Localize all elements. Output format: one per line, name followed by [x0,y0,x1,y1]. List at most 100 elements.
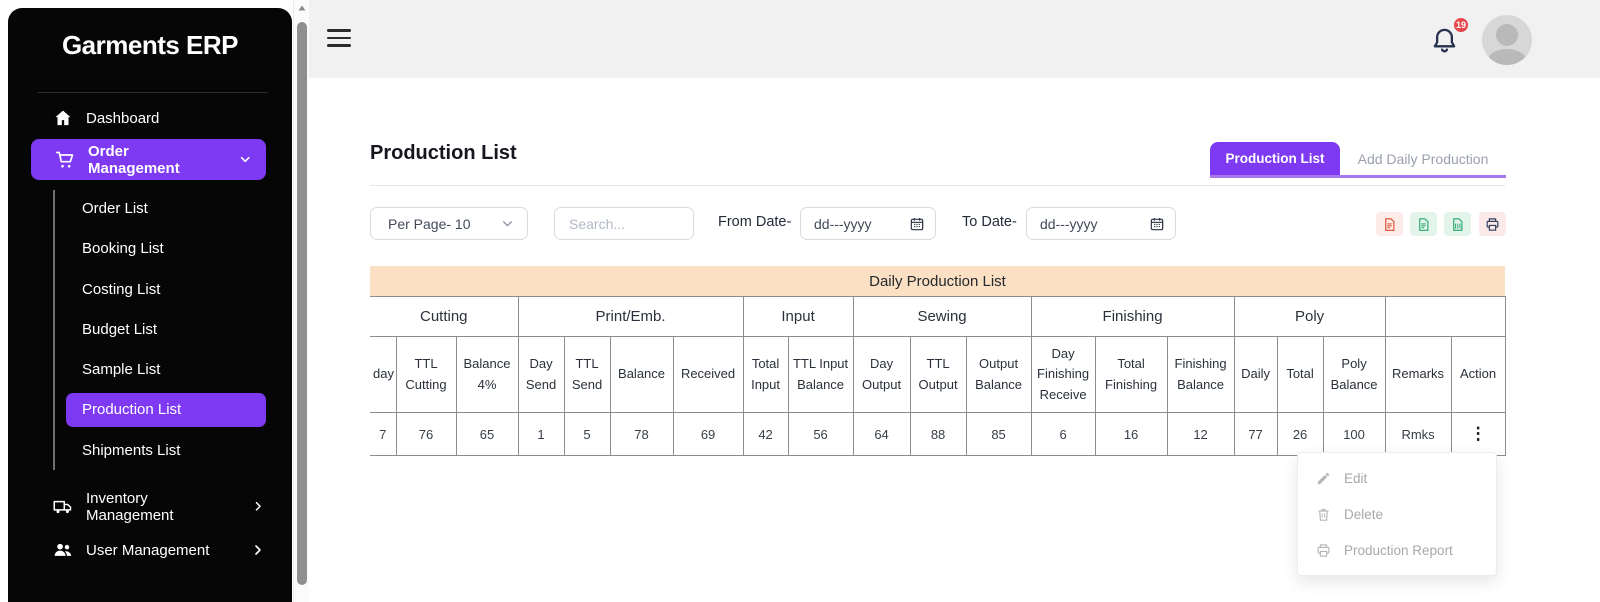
menu-item-label: Delete [1344,507,1383,522]
excel-export-button[interactable] [1444,212,1471,236]
home-icon [53,108,73,128]
col-header: Finishing Balance [1167,337,1234,413]
print-button[interactable] [1479,212,1506,236]
col-header: Balance [610,337,673,413]
sidebar-item-costing-list[interactable]: Costing List [82,279,160,301]
col-header: Received [673,337,743,413]
cell: 76 [396,413,456,456]
tab-production-list[interactable]: Production List [1210,142,1340,175]
sidebar: Garments ERP Dashboard Order Management … [8,8,292,602]
sidebar-item-order-list[interactable]: Order List [82,198,148,220]
delivery-truck-icon [53,497,73,517]
cell: 5 [564,413,610,456]
cell: 7 [370,413,396,456]
menu-toggle-icon[interactable] [327,29,351,47]
to-date-value: dd---yyyy [1040,216,1098,232]
page-title: Production List [370,142,517,165]
vertical-scrollbar[interactable] [293,0,309,602]
cell: 26 [1277,413,1323,456]
chevron-right-icon [250,542,266,558]
production-table: Cutting Print/Emb. Input Sewing Finishin… [370,296,1506,456]
csv-export-icon [1416,217,1431,232]
sidebar-item-label: User Management [86,542,209,559]
col-header: TTL Send [564,337,610,413]
cell: 88 [910,413,966,456]
cell: 69 [673,413,743,456]
trash-icon [1316,507,1331,522]
search-box [554,207,694,240]
pencil-icon [1316,471,1331,486]
row-actions-kebab-icon[interactable]: ⋮ [1470,424,1487,443]
tab-add-daily-production[interactable]: Add Daily Production [1340,142,1506,175]
col-header: Action [1451,337,1505,413]
cell: 65 [456,413,518,456]
group-poly: Poly [1234,297,1385,337]
col-header: Day Finishing Receive [1031,337,1095,413]
cart-icon [55,150,75,170]
pdf-export-button[interactable] [1376,212,1403,236]
scrollbar-thumb[interactable] [297,22,307,585]
csv-export-button[interactable] [1410,212,1437,236]
scroll-up-arrow-icon[interactable] [296,2,308,14]
calendar-icon[interactable] [1149,216,1165,232]
col-header: Daily [1234,337,1277,413]
topbar: 19 [309,0,1600,78]
header-divider [370,185,1505,186]
table-row: 7 76 65 1 5 78 69 42 56 64 88 85 6 16 12… [370,413,1505,456]
user-avatar[interactable] [1482,15,1532,65]
group-sewing: Sewing [853,297,1031,337]
menu-item-label: Edit [1344,471,1367,486]
to-date-input[interactable]: dd---yyyy [1026,207,1176,240]
users-icon [53,540,73,560]
col-header: TTL Cutting [396,337,456,413]
search-input[interactable] [555,208,693,239]
sidebar-divider [38,92,268,93]
excel-export-icon [1450,217,1465,232]
notification-count-badge: 19 [1452,16,1470,34]
chevron-down-icon [501,217,514,230]
sidebar-item-budget-list[interactable]: Budget List [82,319,157,341]
group-cutting: Cutting [370,297,518,337]
col-header: TTL Output [910,337,966,413]
col-header: Total Input [743,337,788,413]
menu-item-edit[interactable]: Edit [1298,460,1496,496]
cell: 56 [788,413,853,456]
per-page-select[interactable]: Per Page- 10 [370,207,528,240]
chevron-right-icon [251,499,266,515]
col-header: Poly Balance [1323,337,1385,413]
sidebar-item-user-management[interactable]: User Management [53,540,266,560]
calendar-icon[interactable] [909,216,925,232]
printer-icon [1485,217,1500,232]
sidebar-item-dashboard[interactable]: Dashboard [53,108,159,128]
cell: Rmks [1385,413,1451,456]
menu-item-production-report[interactable]: Production Report [1298,532,1496,568]
group-empty [1385,297,1505,337]
chevron-down-icon [238,152,252,168]
sidebar-item-inventory-management[interactable]: Inventory Management [53,490,266,524]
from-date-input[interactable]: dd---yyyy [800,207,936,240]
sidebar-item-booking-list[interactable]: Booking List [82,238,164,260]
col-header: Total [1277,337,1323,413]
per-page-value: Per Page- 10 [388,216,471,232]
avatar-head [1496,24,1518,46]
to-date-label: To Date- [962,214,1017,230]
column-header-row: day TTL Cutting Balance 4% Day Send TTL … [370,337,1505,413]
from-date-value: dd---yyyy [814,216,872,232]
cell: 1 [518,413,564,456]
col-header: TTL Input Balance [788,337,853,413]
cell: 77 [1234,413,1277,456]
pdf-export-icon [1382,217,1397,232]
app-logo: Garments ERP [8,30,292,61]
col-header: Day Output [853,337,910,413]
col-header: Remarks [1385,337,1451,413]
avatar-body [1488,49,1526,65]
sidebar-item-production-list[interactable]: Production List [66,393,266,427]
group-header-row: Cutting Print/Emb. Input Sewing Finishin… [370,297,1505,337]
group-finishing: Finishing [1031,297,1234,337]
menu-item-delete[interactable]: Delete [1298,496,1496,532]
sidebar-item-order-management[interactable]: Order Management [31,139,266,180]
sidebar-item-sample-list[interactable]: Sample List [82,359,160,381]
group-input: Input [743,297,853,337]
sidebar-item-label: Dashboard [86,110,159,127]
sidebar-item-shipments-list[interactable]: Shipments List [82,440,180,462]
